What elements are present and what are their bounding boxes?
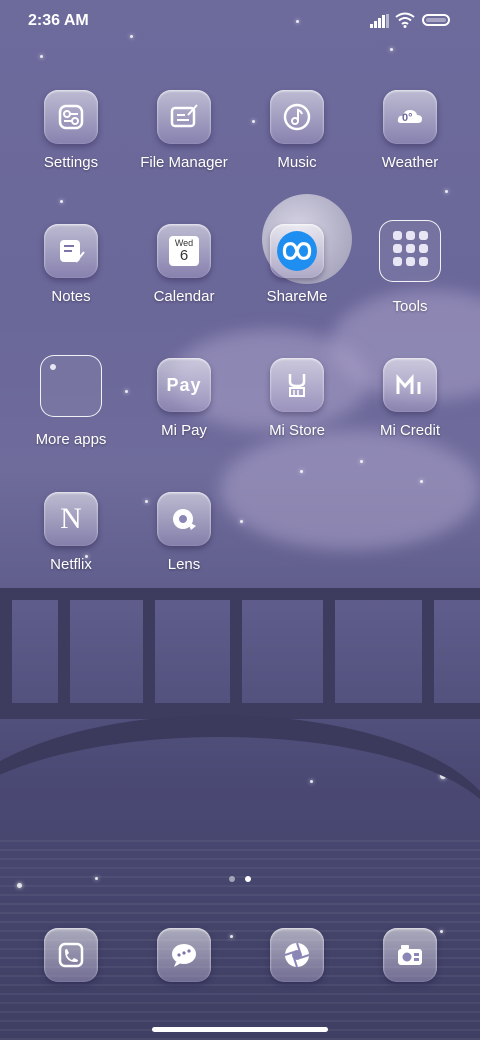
- folder-icon[interactable]: [40, 355, 102, 417]
- page-dot-active[interactable]: [245, 876, 251, 882]
- app-label: Music: [277, 154, 317, 171]
- mi-store-icon[interactable]: [270, 358, 324, 412]
- app-mi-store[interactable]: Mi Store: [241, 358, 353, 439]
- app-calendar[interactable]: Wed 6 Calendar: [128, 224, 240, 305]
- app-label: Mi Credit: [379, 422, 440, 439]
- camera-icon[interactable]: [383, 928, 437, 982]
- app-netflix[interactable]: N Netflix: [15, 492, 127, 573]
- app-lens[interactable]: Lens: [128, 492, 240, 573]
- notes-icon[interactable]: [44, 224, 98, 278]
- folder-tools[interactable]: Tools: [354, 220, 466, 315]
- battery-icon: [422, 14, 450, 26]
- settings-icon[interactable]: [44, 90, 98, 144]
- dock-messages[interactable]: [128, 928, 240, 982]
- netflix-glyph: N: [60, 502, 82, 535]
- app-label: More apps: [35, 431, 107, 448]
- weather-icon[interactable]: 0°: [383, 90, 437, 144]
- signal-icon: [370, 14, 389, 28]
- wifi-icon: [395, 12, 415, 28]
- mi-pay-glyph: Pay: [166, 374, 202, 395]
- messages-icon[interactable]: [157, 928, 211, 982]
- app-label: File Manager: [140, 154, 228, 171]
- clock: 2:36 AM: [28, 12, 89, 29]
- app-label: Notes: [51, 288, 91, 305]
- mi-credit-icon[interactable]: [383, 358, 437, 412]
- app-weather[interactable]: 0° Weather: [354, 90, 466, 171]
- home-indicator[interactable]: [152, 1027, 328, 1032]
- mi-pay-icon[interactable]: Pay: [157, 358, 211, 412]
- app-file-manager[interactable]: File Manager: [128, 90, 240, 171]
- page-dot[interactable]: [229, 876, 235, 882]
- dock-camera[interactable]: [354, 928, 466, 982]
- app-label: Tools: [392, 298, 428, 315]
- app-label: Lens: [167, 556, 201, 573]
- weather-temperature: 0°: [402, 112, 413, 124]
- app-notes[interactable]: Notes: [15, 224, 127, 305]
- phone-icon[interactable]: [44, 928, 98, 982]
- page-indicator: [0, 876, 480, 882]
- app-label: Mi Pay: [161, 422, 207, 439]
- status-bar: 2:36 AM: [0, 0, 480, 44]
- shareme-icon[interactable]: [270, 224, 324, 278]
- app-mi-pay[interactable]: Pay Mi Pay: [128, 358, 240, 439]
- browser-icon[interactable]: [270, 928, 324, 982]
- dock-browser[interactable]: [241, 928, 353, 982]
- lens-icon[interactable]: [157, 492, 211, 546]
- cloud: [220, 430, 480, 550]
- calendar-day-number: 6: [179, 247, 189, 264]
- app-music[interactable]: Music: [241, 90, 353, 171]
- folder-icon[interactable]: [379, 220, 441, 282]
- app-label: ShareMe: [266, 288, 328, 305]
- app-settings[interactable]: Settings: [15, 90, 127, 171]
- app-label: Mi Store: [269, 422, 325, 439]
- app-label: Weather: [381, 154, 439, 171]
- file-manager-icon[interactable]: [157, 90, 211, 144]
- app-label: Settings: [43, 154, 99, 171]
- folder-more-apps[interactable]: More apps: [15, 355, 127, 448]
- calendar-icon[interactable]: Wed 6: [157, 224, 211, 278]
- app-label: Calendar: [153, 288, 215, 305]
- app-shareme[interactable]: ShareMe: [241, 224, 353, 305]
- netflix-icon[interactable]: N: [44, 492, 98, 546]
- app-label: Netflix: [50, 556, 92, 573]
- dock-phone[interactable]: [15, 928, 127, 982]
- app-mi-credit[interactable]: Mi Credit: [354, 358, 466, 439]
- music-icon[interactable]: [270, 90, 324, 144]
